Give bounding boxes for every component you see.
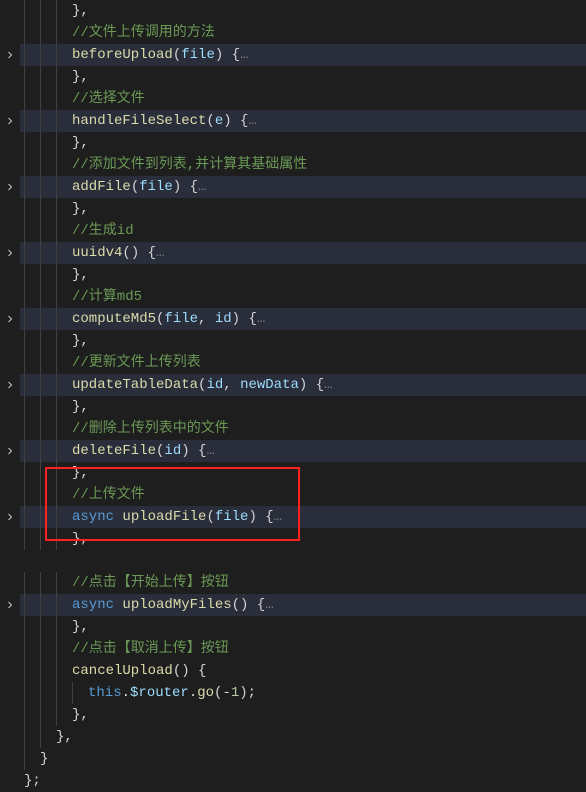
function-decl[interactable]: deleteFile(id) {… [20, 440, 586, 462]
param: file [164, 311, 198, 327]
close-brace[interactable]: }, [20, 198, 586, 220]
comment-line[interactable]: //点击【开始上传】按钮 [20, 572, 586, 594]
keyword-async: async [72, 509, 114, 525]
comment: //点击【取消上传】按钮 [72, 641, 229, 657]
param: file [215, 509, 249, 525]
method: go [197, 685, 214, 701]
fold-ellipsis-icon[interactable]: … [257, 311, 265, 327]
function-name: cancelUpload [72, 663, 173, 679]
close-brace[interactable]: }; [20, 770, 586, 792]
fold-chevron-icon[interactable] [4, 247, 16, 259]
param: newData [240, 377, 299, 393]
fold-ellipsis-icon[interactable]: … [274, 509, 282, 525]
statement[interactable]: this.$router.go(-1); [20, 682, 586, 704]
comment: //上传文件 [72, 487, 145, 503]
comment-line[interactable]: //生成id [20, 220, 586, 242]
close-brace[interactable]: }, [20, 132, 586, 154]
fold-chevron-icon[interactable] [4, 445, 16, 457]
fold-ellipsis-icon[interactable]: … [198, 179, 206, 195]
close-brace[interactable]: }, [20, 726, 586, 748]
close-brace[interactable]: }, [20, 330, 586, 352]
fold-chevron-icon[interactable] [4, 181, 16, 193]
fold-chevron-icon[interactable] [4, 511, 16, 523]
fold-chevron-icon[interactable] [4, 313, 16, 325]
fold-ellipsis-icon[interactable]: … [156, 245, 164, 261]
comment-line[interactable]: //计算md5 [20, 286, 586, 308]
fold-ellipsis-icon[interactable]: … [324, 377, 332, 393]
close-brace[interactable]: }, [20, 616, 586, 638]
close-brace[interactable]: }, [20, 704, 586, 726]
fold-chevron-icon[interactable] [4, 115, 16, 127]
prop: $router [130, 685, 189, 701]
fold-chevron-icon[interactable] [4, 599, 16, 611]
close-brace[interactable]: }, [20, 462, 586, 484]
fold-gutter [0, 0, 20, 758]
fold-ellipsis-icon[interactable]: … [248, 113, 256, 129]
code-editor[interactable]: }, //文件上传调用的方法 beforeUpload(file) {…}, //选择… [0, 0, 586, 758]
function-decl[interactable]: computeMd5(file, id) {… [20, 308, 586, 330]
close-brace[interactable]: }, [20, 528, 586, 550]
close-brace[interactable]: }, [20, 0, 586, 22]
function-name: updateTableData [72, 377, 198, 393]
comment-line[interactable]: //删除上传列表中的文件 [20, 418, 586, 440]
comment: //更新文件上传列表 [72, 355, 201, 371]
number: 1 [231, 685, 239, 701]
comment: //添加文件到列表,并计算其基础属性 [72, 157, 307, 173]
keyword-async: async [72, 597, 114, 613]
comment-line[interactable]: //上传文件 [20, 484, 586, 506]
function-decl[interactable]: uuidv4() {… [20, 242, 586, 264]
fold-chevron-icon[interactable] [4, 379, 16, 391]
close-brace[interactable]: }, [20, 396, 586, 418]
param: file [181, 47, 215, 63]
op: - [222, 685, 230, 701]
comment: //选择文件 [72, 91, 145, 107]
function-decl[interactable]: cancelUpload() { [20, 660, 586, 682]
comment: //点击【开始上传】按钮 [72, 575, 229, 591]
comment: //删除上传列表中的文件 [72, 421, 229, 437]
function-name: deleteFile [72, 443, 156, 459]
fold-ellipsis-icon[interactable]: … [265, 597, 273, 613]
function-name: beforeUpload [72, 47, 173, 63]
param: e [215, 113, 223, 129]
code-area[interactable]: }, //文件上传调用的方法 beforeUpload(file) {…}, //选择… [20, 0, 586, 758]
comment-line[interactable]: //点击【取消上传】按钮 [20, 638, 586, 660]
function-decl[interactable]: beforeUpload(file) {… [20, 44, 586, 66]
blank-line[interactable] [20, 550, 586, 572]
comment-line[interactable]: //选择文件 [20, 88, 586, 110]
comment-line[interactable]: //添加文件到列表,并计算其基础属性 [20, 154, 586, 176]
comment-line[interactable]: //文件上传调用的方法 [20, 22, 586, 44]
param: id [164, 443, 181, 459]
function-name: addFile [72, 179, 131, 195]
function-decl[interactable]: async uploadFile(file) {… [20, 506, 586, 528]
close-brace[interactable]: }, [20, 66, 586, 88]
fold-ellipsis-icon[interactable]: … [206, 443, 214, 459]
comment-line[interactable]: //更新文件上传列表 [20, 352, 586, 374]
param: id [215, 311, 232, 327]
function-name: uploadMyFiles [122, 597, 231, 613]
function-decl[interactable]: handleFileSelect(e) {… [20, 110, 586, 132]
function-decl[interactable]: addFile(file) {… [20, 176, 586, 198]
function-decl[interactable]: updateTableData(id, newData) {… [20, 374, 586, 396]
param: file [139, 179, 173, 195]
function-decl[interactable]: async uploadMyFiles() {… [20, 594, 586, 616]
function-name: handleFileSelect [72, 113, 206, 129]
comment: //生成id [72, 223, 134, 239]
close-brace[interactable]: }, [20, 264, 586, 286]
comment: //计算md5 [72, 289, 142, 305]
function-name: computeMd5 [72, 311, 156, 327]
keyword-this: this [88, 685, 122, 701]
comment: //文件上传调用的方法 [72, 25, 215, 41]
function-name: uuidv4 [72, 245, 122, 261]
function-name: uploadFile [122, 509, 206, 525]
close-brace[interactable]: } [20, 748, 586, 770]
fold-ellipsis-icon[interactable]: … [240, 47, 248, 63]
param: id [206, 377, 223, 393]
fold-chevron-icon[interactable] [4, 49, 16, 61]
